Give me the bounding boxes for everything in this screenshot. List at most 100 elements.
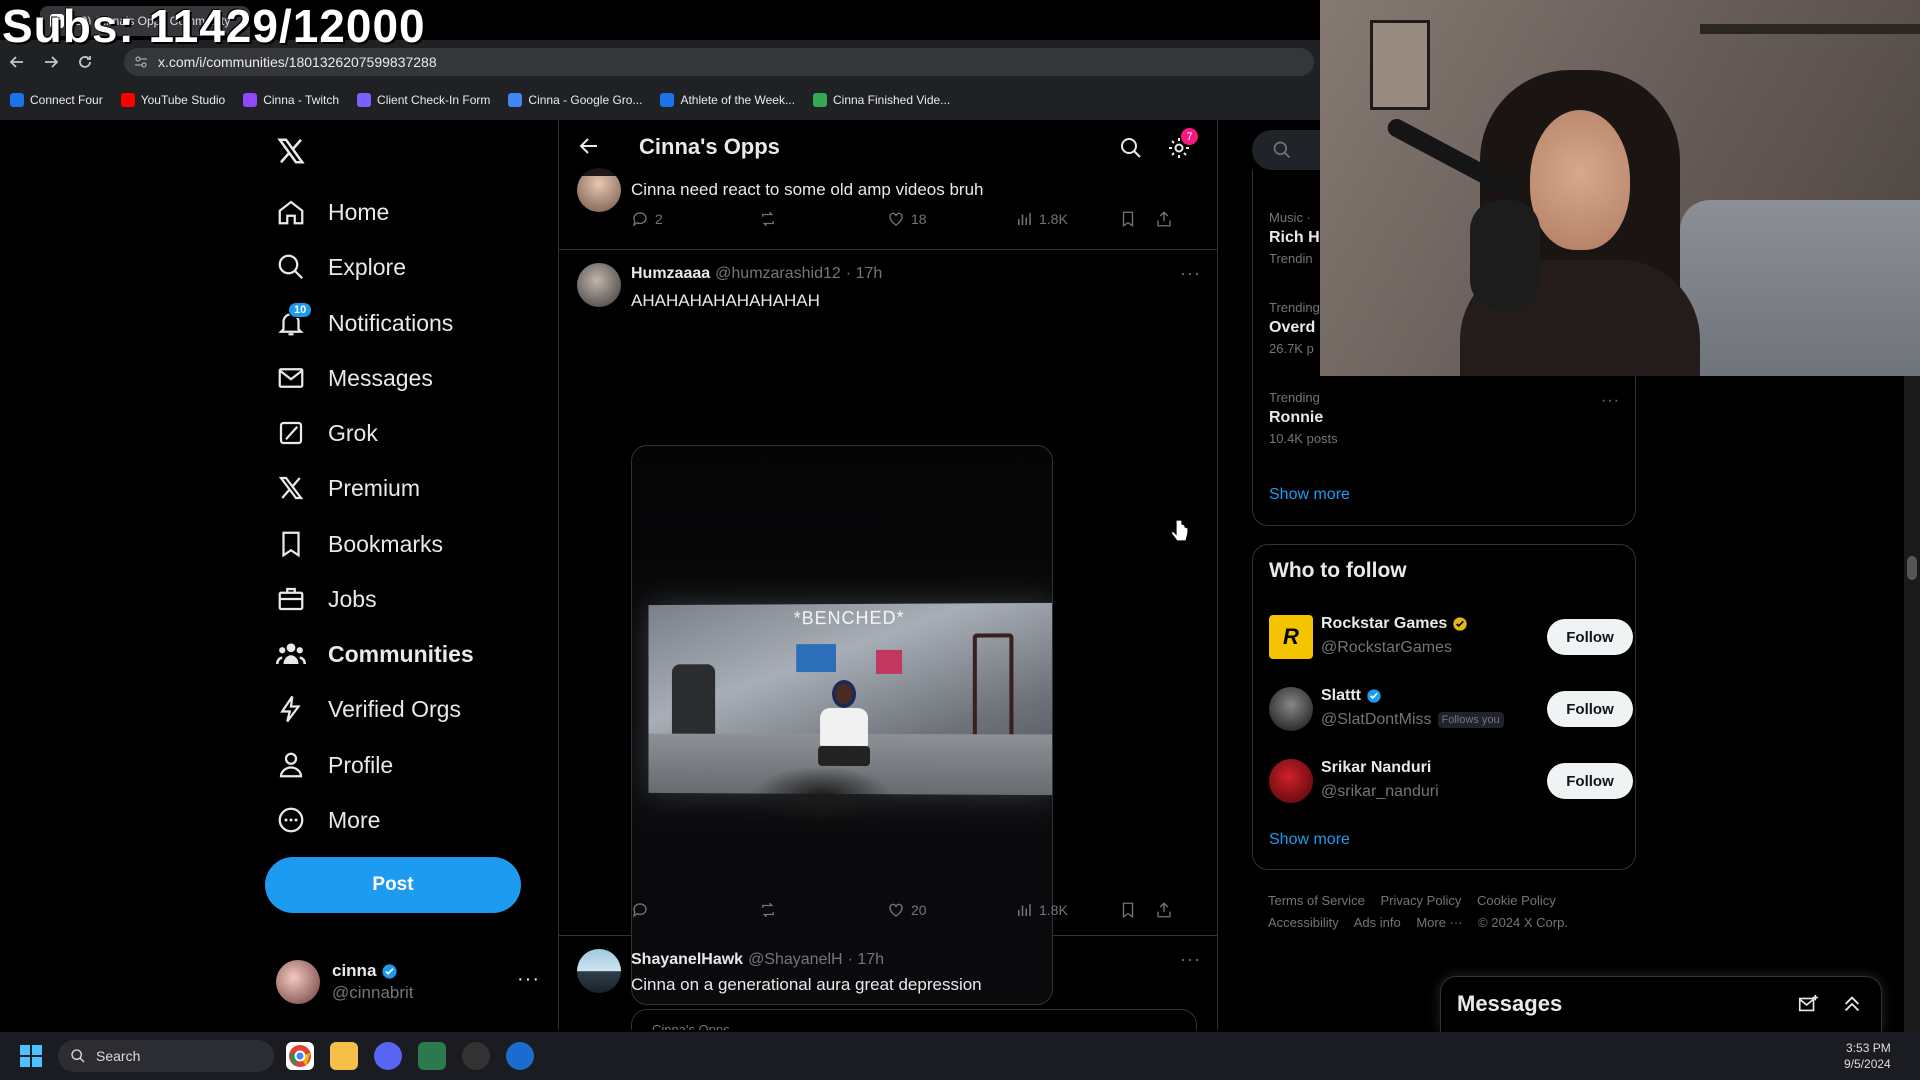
- footer-link[interactable]: Ads info: [1354, 915, 1401, 930]
- address-bar[interactable]: x.com/i/communities/1801326207599837288: [124, 48, 1314, 76]
- author-handle[interactable]: @ShayanelH: [748, 951, 843, 969]
- bookmark-item[interactable]: Client Check-In Form: [357, 93, 490, 107]
- bookmark-button[interactable]: [1119, 901, 1137, 919]
- x-logo-icon[interactable]: [276, 136, 310, 170]
- lightning-icon: [276, 694, 306, 724]
- nav-profile[interactable]: Profile: [276, 745, 393, 785]
- bookmark-item[interactable]: Cinna - Google Gro...: [508, 93, 642, 107]
- person-icon: [276, 750, 306, 780]
- envelope-icon: [276, 363, 306, 393]
- tweet-header: ShayanelHawk @ShayanelH · 17h: [631, 951, 884, 969]
- chevron-up-double-icon[interactable]: [1841, 993, 1863, 1015]
- nav-grok[interactable]: Grok: [276, 413, 378, 453]
- discord-icon[interactable]: [374, 1042, 402, 1070]
- trend-more-icon[interactable]: ···: [1601, 392, 1620, 410]
- windows-start-icon[interactable]: [20, 1045, 42, 1067]
- tweet[interactable]: Humzaaaa @humzarashid12 · 17h ··· AHAHAH…: [559, 251, 1217, 1005]
- tweet-more-icon[interactable]: ···: [1180, 263, 1201, 284]
- footer-link[interactable]: Terms of Service: [1268, 893, 1365, 908]
- quoted-community-card[interactable]: Cinna's Opps: [631, 1009, 1197, 1030]
- post-button[interactable]: Post: [265, 857, 521, 913]
- account-switcher[interactable]: cinna @cinnabrit ···: [276, 954, 540, 1010]
- avatar: [276, 960, 320, 1004]
- footer-link[interactable]: More ···: [1416, 915, 1462, 930]
- follow-suggestion[interactable]: Slattt @SlatDontMiss Follows you Follow: [1269, 681, 1633, 737]
- footer-link[interactable]: Cookie Policy: [1477, 893, 1556, 908]
- follow-show-more-link[interactable]: Show more: [1269, 831, 1350, 849]
- footer-link[interactable]: Privacy Policy: [1380, 893, 1461, 908]
- follow-suggestion[interactable]: Srikar Nanduri @srikar_nanduri Follow: [1269, 753, 1633, 809]
- nav-communities[interactable]: Communities: [276, 634, 474, 674]
- avatar: [577, 949, 621, 993]
- bookmark-item[interactable]: Cinna Finished Vide...: [812, 93, 950, 107]
- media-person: [814, 679, 874, 770]
- bookmark-icon: [1122, 211, 1134, 228]
- tweet-actions: 2 18 1.8K: [631, 210, 1191, 234]
- nav-home[interactable]: Home: [276, 192, 389, 232]
- xbox-icon[interactable]: [418, 1042, 446, 1070]
- google-groups-icon: [508, 93, 523, 107]
- trend-item[interactable]: Music · Rich H Trendin: [1269, 210, 1320, 266]
- bookmark-item[interactable]: Cinna - Twitch: [243, 93, 339, 107]
- media-poster: [796, 644, 837, 673]
- avatar: [1269, 759, 1313, 803]
- bookmark-item[interactable]: YouTube Studio: [120, 93, 225, 107]
- page-scrollbar[interactable]: [1904, 376, 1920, 1032]
- reply-button[interactable]: 2: [631, 210, 663, 228]
- gold-verified-badge-icon: [1452, 616, 1468, 632]
- nav-jobs[interactable]: Jobs: [276, 579, 377, 619]
- nav-notifications[interactable]: 10 Notifications: [276, 302, 453, 343]
- nav-premium[interactable]: Premium: [276, 468, 420, 508]
- app-icon[interactable]: [462, 1042, 490, 1070]
- account-handle: @cinnabrit: [332, 983, 414, 1002]
- share-button[interactable]: [1155, 210, 1173, 228]
- taskbar-search-input[interactable]: Search: [58, 1040, 274, 1072]
- messages-drawer[interactable]: Messages: [1440, 976, 1882, 1032]
- bookmark-button[interactable]: [1119, 210, 1137, 228]
- share-icon: [1157, 902, 1171, 918]
- author-name[interactable]: ShayanelHawk: [631, 951, 743, 969]
- footer-link[interactable]: Accessibility: [1268, 915, 1339, 930]
- views-button[interactable]: 1.8K: [1015, 210, 1068, 228]
- reply-button[interactable]: [631, 901, 655, 919]
- follow-button[interactable]: Follow: [1547, 619, 1633, 655]
- retweet-button[interactable]: [759, 901, 783, 919]
- follows-you-badge: Follows you: [1437, 712, 1504, 728]
- tweet-more-icon[interactable]: ···: [1180, 949, 1201, 970]
- share-button[interactable]: [1155, 901, 1173, 919]
- author-name[interactable]: Humzaaaa: [631, 265, 710, 283]
- file-explorer-icon[interactable]: [330, 1042, 358, 1070]
- bookmark-item[interactable]: Athlete of the Week...: [660, 93, 795, 107]
- retweet-button[interactable]: [759, 210, 783, 228]
- form-icon: [357, 93, 372, 107]
- nav-bookmarks[interactable]: Bookmarks: [276, 524, 443, 564]
- sidebar-search-input[interactable]: [1252, 130, 1328, 170]
- tweet-header: Humzaaaa @humzarashid12 · 17h: [631, 265, 882, 283]
- follow-button[interactable]: Follow: [1547, 691, 1633, 727]
- app-icon[interactable]: [506, 1042, 534, 1070]
- follow-suggestion[interactable]: R Rockstar Games @RockstarGames Follow: [1269, 609, 1633, 665]
- like-button[interactable]: 18: [887, 210, 927, 228]
- site-info-icon[interactable]: [134, 55, 148, 69]
- author-handle[interactable]: @humzarashid12: [715, 265, 841, 283]
- follow-button[interactable]: Follow: [1547, 763, 1633, 799]
- system-clock[interactable]: 3:53 PM 9/5/2024: [1844, 1040, 1891, 1072]
- nav-explore[interactable]: Explore: [276, 247, 406, 287]
- bookmark-item[interactable]: Connect Four: [10, 93, 103, 107]
- scrollbar-thumb[interactable]: [1907, 556, 1917, 580]
- nav-more[interactable]: More: [276, 800, 380, 840]
- trend-item[interactable]: Trending Overd 26.7K p: [1269, 300, 1320, 356]
- trends-show-more-link[interactable]: Show more: [1269, 486, 1350, 504]
- chrome-icon[interactable]: [286, 1042, 314, 1070]
- back-arrow-icon[interactable]: [577, 134, 601, 158]
- views-button[interactable]: 1.8K: [1015, 901, 1068, 919]
- tweet[interactable]: ShayanelHawk @ShayanelH · 17h ··· Cinna …: [559, 937, 1217, 1030]
- like-button[interactable]: 20: [887, 901, 927, 919]
- nav-verified-orgs[interactable]: Verified Orgs: [276, 689, 461, 729]
- search-icon[interactable]: [1119, 136, 1143, 160]
- new-message-icon[interactable]: [1797, 993, 1819, 1015]
- account-more-icon[interactable]: ···: [517, 968, 540, 991]
- nav-messages[interactable]: Messages: [276, 358, 433, 398]
- more-circle-icon: [276, 805, 306, 835]
- trend-item[interactable]: Trending Ronnie 10.4K posts: [1269, 390, 1338, 446]
